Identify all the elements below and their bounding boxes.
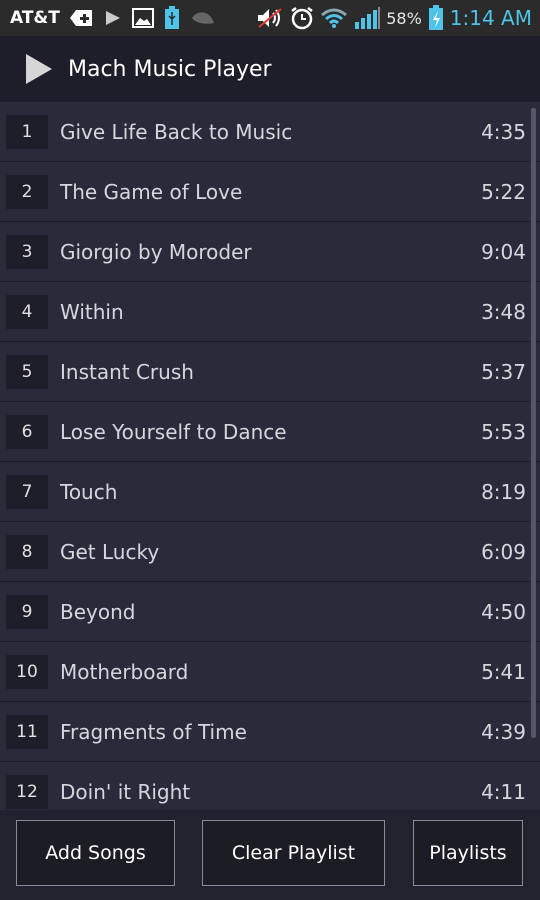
track-duration: 4:39	[481, 719, 526, 744]
track-number: 4	[6, 294, 48, 329]
track-title: Doin' it Right	[60, 779, 191, 804]
track-row[interactable]: 2 The Game of Love 5:22	[0, 162, 540, 222]
playlists-button[interactable]: Playlists	[413, 820, 523, 886]
track-row[interactable]: 8 Get Lucky 6:09	[0, 522, 540, 582]
plus-badge-icon	[69, 8, 94, 28]
track-number: 7	[6, 474, 48, 509]
image-icon	[131, 8, 154, 28]
track-number: 12	[6, 774, 48, 809]
track-duration: 5:37	[481, 359, 526, 384]
track-title: Give Life Back to Music	[60, 119, 293, 144]
track-row[interactable]: 9 Beyond 4:50	[0, 582, 540, 642]
track-title: Giorgio by Moroder	[60, 239, 252, 264]
leaf-icon	[190, 9, 216, 27]
scrollbar[interactable]	[531, 108, 536, 738]
track-row[interactable]: 1 Give Life Back to Music 4:35	[0, 102, 540, 162]
track-duration: 4:50	[481, 599, 526, 624]
track-title: The Game of Love	[60, 179, 243, 204]
track-row[interactable]: 7 Touch 8:19	[0, 462, 540, 522]
track-title: Fragments of Time	[60, 719, 247, 744]
track-duration: 5:41	[481, 659, 526, 684]
app-title: Mach Music Player	[68, 56, 272, 82]
track-duration: 9:04	[481, 239, 526, 264]
usb-icon	[164, 6, 180, 30]
track-number: 11	[6, 714, 48, 749]
track-row[interactable]: 5 Instant Crush 5:37	[0, 342, 540, 402]
wifi-icon	[320, 7, 348, 29]
track-title: Within	[60, 299, 124, 324]
track-number: 1	[6, 114, 48, 149]
play-icon[interactable]	[26, 54, 52, 84]
footer-toolbar: Add Songs Clear Playlist Playlists	[0, 810, 540, 900]
app-header: Mach Music Player	[0, 36, 540, 102]
track-number: 5	[6, 354, 48, 389]
track-title: Lose Yourself to Dance	[60, 419, 287, 444]
track-row[interactable]: 10 Motherboard 5:41	[0, 642, 540, 702]
track-duration: 8:19	[481, 479, 526, 504]
add-songs-button[interactable]: Add Songs	[16, 820, 175, 886]
track-title: Get Lucky	[60, 539, 160, 564]
playlist[interactable]: 1 Give Life Back to Music 4:35 2 The Game of…	[0, 102, 540, 822]
clear-playlist-button[interactable]: Clear Playlist	[202, 820, 385, 886]
muted-speaker-icon	[256, 7, 284, 29]
track-number: 10	[6, 654, 48, 689]
clock-time: 1:14 AM	[449, 6, 532, 30]
track-duration: 3:48	[481, 299, 526, 324]
track-number: 2	[6, 174, 48, 209]
track-row[interactable]: 11 Fragments of Time 4:39	[0, 702, 540, 762]
track-number: 9	[6, 594, 48, 629]
alarm-clock-icon	[290, 6, 314, 30]
track-title: Beyond	[60, 599, 136, 624]
status-bar: AT&T 58% 1:14 AM	[0, 0, 540, 36]
battery-percent: 58%	[386, 8, 422, 28]
track-row[interactable]: 6 Lose Yourself to Dance 5:53	[0, 402, 540, 462]
signal-bars-icon	[354, 6, 381, 30]
track-duration: 4:35	[481, 119, 526, 144]
carrier-label: AT&T	[10, 8, 60, 28]
track-row[interactable]: 4 Within 3:48	[0, 282, 540, 342]
track-duration: 6:09	[481, 539, 526, 564]
track-title: Motherboard	[60, 659, 189, 684]
track-number: 6	[6, 414, 48, 449]
track-duration: 4:11	[481, 779, 526, 804]
track-title: Instant Crush	[60, 359, 194, 384]
track-number: 8	[6, 534, 48, 569]
battery-charging-icon	[428, 5, 444, 31]
track-duration: 5:53	[481, 419, 526, 444]
track-duration: 5:22	[481, 179, 526, 204]
play-notification-icon	[104, 9, 122, 27]
track-title: Touch	[60, 479, 118, 504]
track-row[interactable]: 3 Giorgio by Moroder 9:04	[0, 222, 540, 282]
track-number: 3	[6, 234, 48, 269]
